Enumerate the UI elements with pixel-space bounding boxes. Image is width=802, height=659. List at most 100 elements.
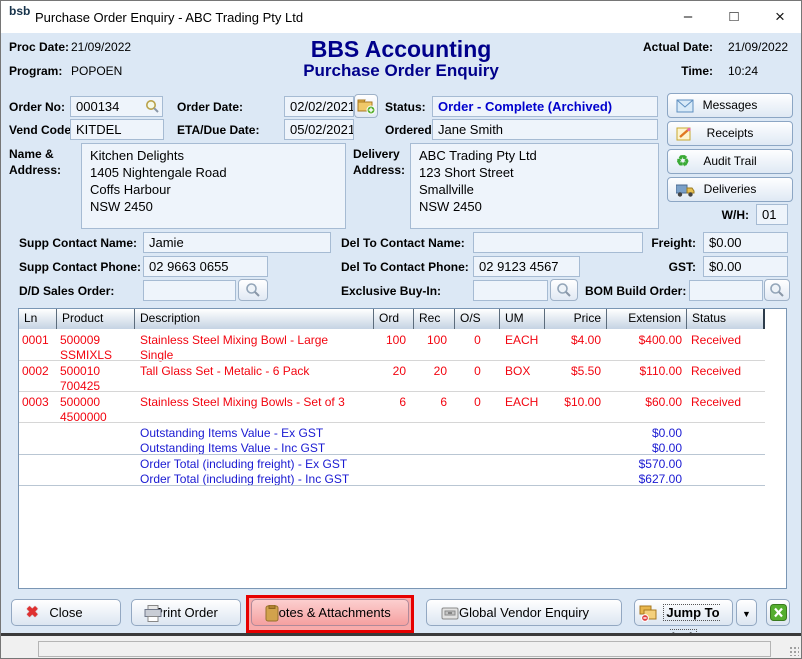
gst-field[interactable]: $0.00 — [703, 256, 788, 277]
status-field[interactable]: Order - Complete (Archived) — [432, 96, 658, 117]
receipts-label: Receipts — [707, 126, 754, 140]
order-no-value: 000134 — [76, 99, 119, 114]
truck-icon — [676, 183, 695, 198]
order-date-label: Order Date: — [177, 100, 243, 114]
notes-attachments-label: Notes & Attachments — [269, 605, 390, 620]
col-rec[interactable]: Rec — [414, 309, 455, 329]
line-items-table: Ln Product Description Ord Rec O/S UM Pr… — [18, 308, 787, 589]
exclusive-buy-in-label: Exclusive Buy-In: — [341, 284, 441, 298]
del-to-contact-phone-field[interactable]: 02 9123 4567 — [473, 256, 580, 277]
resize-grip[interactable] — [789, 646, 799, 656]
gst-label: GST: — [631, 260, 696, 274]
exclusive-buy-in-field[interactable] — [473, 280, 548, 301]
eta-due-date-field[interactable]: 05/02/2021 — [284, 119, 354, 140]
col-description[interactable]: Description — [135, 309, 374, 329]
open-order-button[interactable] — [354, 94, 378, 118]
col-status[interactable]: Status — [687, 309, 765, 329]
envelope-icon — [676, 99, 694, 113]
cell-price: $4.00 — [545, 333, 601, 348]
col-extension[interactable]: Extension — [607, 309, 687, 329]
window-title: Purchase Order Enquiry - ABC Trading Pty… — [35, 10, 303, 25]
cell-status: Received — [691, 395, 765, 410]
receipts-button[interactable]: Receipts — [667, 121, 793, 146]
purchase-order-enquiry-window: bsb Purchase Order Enquiry - ABC Trading… — [0, 0, 802, 659]
row-separator — [19, 422, 765, 423]
col-ord[interactable]: Ord — [374, 309, 414, 329]
app-title: BBS Accounting — [231, 36, 571, 63]
cell-price: $10.00 — [545, 395, 601, 410]
summary-label: Outstanding Items Value - Inc GST — [140, 441, 325, 455]
order-no-label: Order No: — [9, 100, 65, 114]
search-icon[interactable] — [145, 99, 160, 114]
address-line: Kitchen Delights — [90, 147, 337, 164]
program-value: POPOEN — [71, 64, 122, 78]
col-ln[interactable]: Ln — [19, 309, 57, 329]
wh-label: W/H: — [691, 208, 749, 222]
vend-code-field[interactable]: KITDEL — [70, 119, 164, 140]
summary-separator — [19, 485, 765, 486]
name-address-label-2: Address: — [9, 163, 61, 177]
cell-um: EACH — [505, 395, 545, 410]
row-separator — [19, 360, 765, 361]
cell-price: $5.50 — [545, 364, 601, 379]
messages-button[interactable]: Messages — [667, 93, 793, 118]
time-value: 10:24 — [728, 64, 758, 78]
dd-sales-order-field[interactable] — [143, 280, 236, 301]
order-no-field[interactable]: 000134 — [70, 96, 163, 117]
close-window-button[interactable]: × — [757, 1, 802, 33]
vend-code-label: Vend Code: — [9, 123, 75, 137]
jump-to-dropdown-button[interactable]: ▼ — [736, 599, 757, 626]
supp-contact-phone-field[interactable]: 02 9663 0655 — [143, 256, 268, 277]
del-to-contact-name-field[interactable] — [473, 232, 643, 253]
jump-to-button[interactable]: Jump To (F8) — [634, 599, 733, 626]
global-vendor-enquiry-button[interactable]: Global Vendor Enquiry — [426, 599, 622, 626]
notes-attachments-button[interactable]: Notes & Attachments — [251, 599, 409, 626]
address-line: NSW 2450 — [90, 198, 337, 215]
cell-product: 5000004500000 — [60, 395, 134, 425]
ordered-by-field[interactable]: Jane Smith — [432, 119, 658, 140]
cell-ord: 100 — [374, 333, 406, 348]
page-title: Purchase Order Enquiry — [231, 61, 571, 81]
bom-build-order-field[interactable] — [689, 280, 763, 301]
freight-field[interactable]: $0.00 — [703, 232, 788, 253]
table-header: Ln Product Description Ord Rec O/S UM Pr… — [19, 309, 765, 329]
name-address-box[interactable]: Kitchen Delights 1405 Nightengale Road C… — [81, 143, 346, 229]
exclusive-buy-in-search-button[interactable] — [550, 279, 578, 301]
wh-field[interactable]: 01 — [756, 204, 788, 225]
del-to-contact-name-label: Del To Contact Name: — [341, 236, 465, 250]
actual-date-value: 21/09/2022 — [728, 40, 788, 54]
address-line: Coffs Harbour — [90, 181, 337, 198]
summary-value: $0.00 — [439, 441, 682, 455]
supp-contact-phone-label: Supp Contact Phone: — [19, 260, 141, 274]
summary-separator — [19, 454, 765, 455]
close-button[interactable]: ✖ Close — [11, 599, 121, 626]
close-label: Close — [49, 605, 82, 620]
address-line: 123 Short Street — [419, 164, 650, 181]
audit-trail-button[interactable]: ♻ Audit Trail — [667, 149, 793, 174]
maximize-button[interactable]: □ — [711, 1, 757, 33]
cell-status: Received — [691, 364, 765, 379]
col-um[interactable]: UM — [500, 309, 545, 329]
cell-extension: $110.00 — [607, 364, 682, 379]
cell-ord: 6 — [374, 395, 406, 410]
recycle-icon: ♻ — [676, 153, 689, 171]
col-product[interactable]: Product — [57, 309, 135, 329]
deliveries-button[interactable]: Deliveries — [667, 177, 793, 202]
col-os[interactable]: O/S — [455, 309, 500, 329]
delivery-address-box[interactable]: ABC Trading Pty Ltd 123 Short Street Sma… — [410, 143, 659, 229]
dd-sales-order-search-button[interactable] — [238, 279, 268, 301]
order-date-field[interactable]: 02/02/2021 — [284, 96, 354, 117]
export-excel-button[interactable] — [766, 599, 790, 626]
eta-due-date-label: ETA/Due Date: — [177, 123, 259, 137]
row-separator — [19, 391, 765, 392]
print-order-button[interactable]: Print Order — [131, 599, 241, 626]
proc-date-value: 21/09/2022 — [71, 40, 131, 54]
cell-os: 0 — [455, 364, 500, 379]
cell-rec: 100 — [414, 333, 447, 348]
bom-build-order-search-button[interactable] — [764, 279, 790, 301]
supp-contact-name-field[interactable]: Jamie — [143, 232, 331, 253]
minimize-button[interactable]: – — [665, 1, 711, 33]
col-price[interactable]: Price — [545, 309, 607, 329]
summary-value: $570.00 — [439, 457, 682, 471]
global-vendor-enquiry-label: Global Vendor Enquiry — [459, 605, 589, 620]
